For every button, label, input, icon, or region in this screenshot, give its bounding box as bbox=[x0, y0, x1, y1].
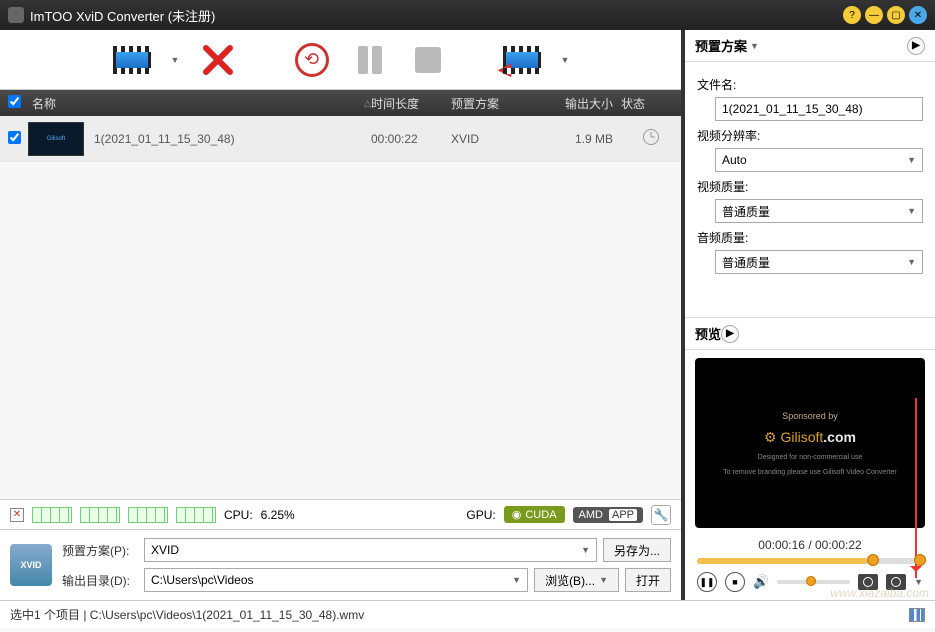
resolution-label: 视频分辨率: bbox=[697, 127, 923, 144]
cpu-core-graph bbox=[176, 507, 216, 523]
pause-button[interactable] bbox=[349, 39, 391, 81]
preview-panel-header: 预览 ▶ bbox=[685, 317, 935, 350]
resolution-select[interactable]: Auto▼ bbox=[715, 148, 923, 172]
list-header: 名称 △ 时间长度 预置方案 输出大小 状态 bbox=[0, 90, 681, 116]
close-button[interactable]: ✕ bbox=[909, 6, 927, 24]
preset-header-label: 预置方案 bbox=[695, 36, 747, 55]
perf-bar: ✕ CPU: 6.25% GPU: ◉CUDA AMDAPP 🔧 bbox=[0, 499, 681, 529]
save-as-button[interactable]: 另存为... bbox=[603, 538, 671, 562]
title-bar: ImTOO XviD Converter (未注册) ? — ▢ ✕ bbox=[0, 0, 935, 30]
col-duration[interactable]: 时间长度 bbox=[371, 95, 451, 112]
amd-badge[interactable]: AMDAPP bbox=[573, 507, 643, 523]
perf-settings-button[interactable]: 🔧 bbox=[651, 505, 671, 525]
cpu-label: CPU: bbox=[224, 508, 253, 522]
snapshot-button[interactable] bbox=[886, 574, 906, 590]
app-icon bbox=[8, 7, 24, 23]
video-quality-select[interactable]: 普通质量▼ bbox=[715, 199, 923, 223]
profile-label: 预置方案(P): bbox=[62, 542, 138, 559]
row-profile: XVID bbox=[451, 132, 551, 146]
import-button[interactable]: ◀ bbox=[501, 39, 543, 81]
preview-video[interactable]: Sponsored by ⚙ Gilisoft.com Designed for… bbox=[695, 358, 925, 528]
destination-panel: XVID 预置方案(P): XVID▼ 另存为... 输出目录(D): C:\U… bbox=[0, 529, 681, 600]
preview-expand-button[interactable]: ▶ bbox=[721, 325, 739, 343]
filename-input[interactable] bbox=[715, 97, 923, 121]
fullscreen-button[interactable] bbox=[858, 574, 878, 590]
row-duration: 00:00:22 bbox=[371, 132, 451, 146]
row-name: 1(2021_01_11_15_30_48) bbox=[94, 132, 371, 146]
preview-time: 00:00:16 / 00:00:22 bbox=[685, 536, 935, 558]
file-list: Gilisoft 1(2021_01_11_15_30_48) 00:00:22… bbox=[0, 116, 681, 499]
close-perf-button[interactable]: ✕ bbox=[10, 508, 24, 522]
status-history-button[interactable] bbox=[909, 608, 925, 622]
preview-note2: To remove branding please use Gilisoft V… bbox=[723, 469, 896, 476]
col-status[interactable]: 状态 bbox=[621, 95, 681, 112]
clock-icon bbox=[643, 129, 659, 145]
volume-knob[interactable] bbox=[806, 576, 816, 586]
cpu-core-graph bbox=[80, 507, 120, 523]
convert-button[interactable]: ⟲ bbox=[291, 39, 333, 81]
stop-button[interactable] bbox=[407, 39, 449, 81]
minimize-button[interactable]: — bbox=[865, 6, 883, 24]
import-dropdown[interactable]: ▼ bbox=[561, 55, 571, 65]
window-title: ImTOO XviD Converter (未注册) bbox=[30, 6, 215, 25]
volume-slider[interactable] bbox=[777, 580, 850, 584]
output-dir-select[interactable]: C:\Users\pc\Videos▼ bbox=[144, 568, 528, 592]
snapshot-dropdown[interactable]: ▼ bbox=[914, 577, 923, 587]
scrub-end-knob[interactable] bbox=[914, 554, 926, 566]
gpu-label: GPU: bbox=[466, 508, 495, 522]
row-checkbox[interactable] bbox=[8, 131, 21, 144]
audio-quality-label: 音频质量: bbox=[697, 229, 923, 246]
col-name[interactable]: 名称 bbox=[28, 95, 360, 112]
cpu-value: 6.25% bbox=[261, 508, 295, 522]
thumbnail: Gilisoft bbox=[28, 122, 84, 156]
output-dir-label: 输出目录(D): bbox=[62, 572, 138, 589]
preview-pause-button[interactable]: ❚❚ bbox=[697, 572, 717, 592]
cpu-core-graph bbox=[32, 507, 72, 523]
preview-scrubber[interactable] bbox=[697, 558, 923, 564]
main-toolbar: ▼ ⟲ ◀ ▼ bbox=[0, 30, 681, 90]
sort-indicator-icon: △ bbox=[364, 98, 371, 109]
select-all-checkbox[interactable] bbox=[8, 95, 21, 108]
profile-select[interactable]: XVID▼ bbox=[144, 538, 597, 562]
preset-header-chevron-icon[interactable]: ▼ bbox=[750, 41, 759, 51]
add-file-button[interactable] bbox=[111, 39, 153, 81]
cuda-badge[interactable]: ◉CUDA bbox=[504, 506, 565, 523]
list-item[interactable]: Gilisoft 1(2021_01_11_15_30_48) 00:00:22… bbox=[0, 116, 681, 162]
browse-button[interactable]: 浏览(B)...▼ bbox=[534, 568, 619, 592]
video-quality-label: 视频质量: bbox=[697, 178, 923, 195]
col-profile[interactable]: 预置方案 bbox=[451, 95, 551, 112]
preset-expand-button[interactable]: ▶ bbox=[907, 37, 925, 55]
profile-icon: XVID bbox=[10, 544, 52, 586]
scrub-knob[interactable] bbox=[867, 554, 879, 566]
preview-stop-button[interactable]: ■ bbox=[725, 572, 745, 592]
volume-icon[interactable]: 🔊 bbox=[753, 574, 769, 590]
preview-sponsored: Sponsored by bbox=[782, 411, 838, 421]
preview-brand: ⚙ Gilisoft.com bbox=[764, 429, 856, 446]
col-outsize[interactable]: 输出大小 bbox=[551, 95, 621, 112]
audio-quality-select[interactable]: 普通质量▼ bbox=[715, 250, 923, 274]
row-outsize: 1.9 MB bbox=[551, 132, 621, 146]
preview-note1: Designed for non-commercial use bbox=[758, 454, 863, 461]
help-button[interactable]: ? bbox=[843, 6, 861, 24]
preset-panel: 文件名: 视频分辨率: Auto▼ 视频质量: 普通质量▼ 音频质量: 普通质量… bbox=[685, 62, 935, 282]
preset-panel-header: 预置方案 ▼ ▶ bbox=[685, 30, 935, 62]
status-text: 选中1 个项目 | C:\Users\pc\Videos\1(2021_01_1… bbox=[10, 606, 364, 623]
open-folder-button[interactable]: 打开 bbox=[625, 568, 671, 592]
preview-header-label: 预览 bbox=[695, 324, 721, 343]
remove-button[interactable] bbox=[197, 39, 239, 81]
maximize-button[interactable]: ▢ bbox=[887, 6, 905, 24]
preview-controls: ❚❚ ■ 🔊 ▼ bbox=[685, 564, 935, 600]
filename-label: 文件名: bbox=[697, 76, 923, 93]
row-status bbox=[621, 129, 681, 148]
status-bar: 选中1 个项目 | C:\Users\pc\Videos\1(2021_01_1… bbox=[0, 600, 935, 628]
add-file-dropdown[interactable]: ▼ bbox=[171, 55, 181, 65]
cpu-core-graph bbox=[128, 507, 168, 523]
